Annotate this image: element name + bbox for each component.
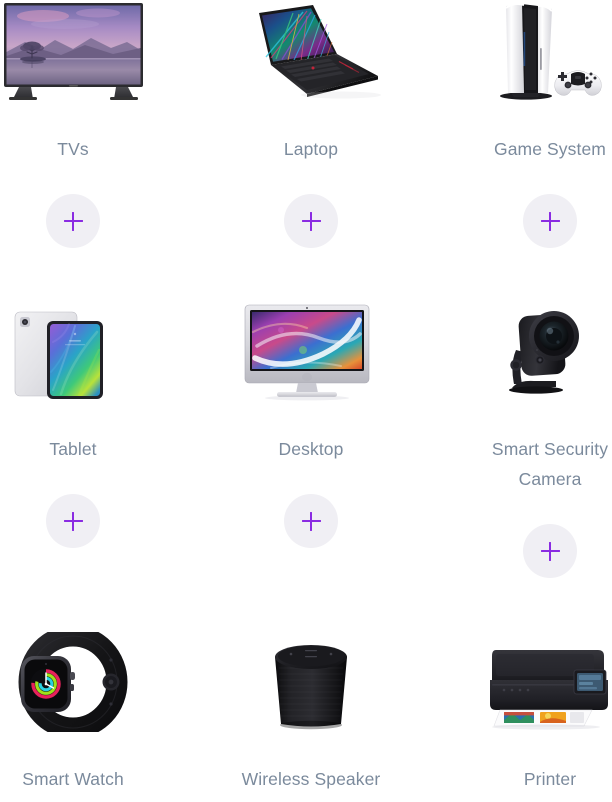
product-label: Smart Watch xyxy=(22,769,124,789)
laptop-product-image xyxy=(239,0,384,104)
product-label: Desktop xyxy=(278,439,344,459)
game-console-product-image xyxy=(478,0,612,104)
television-product-image xyxy=(1,0,146,104)
product-cell-wireless-speaker: Wireless Speaker xyxy=(192,630,430,794)
product-label: TVs xyxy=(57,139,89,159)
product-label: Tablet xyxy=(49,439,97,459)
plus-icon xyxy=(540,211,560,231)
product-label: Laptop xyxy=(283,139,339,159)
product-label: Game System xyxy=(494,139,606,159)
add-desktop-button[interactable] xyxy=(284,494,338,548)
plus-icon xyxy=(540,541,560,561)
smartwatch-product-image xyxy=(1,630,146,734)
product-cell-smart-watch: Smart Watch xyxy=(0,630,192,794)
product-cell-printer: Printer xyxy=(431,630,612,794)
product-cell-smart-security-camera: Smart Security Camera xyxy=(431,300,612,578)
desktop-computer-product-image xyxy=(239,300,384,404)
add-laptop-button[interactable] xyxy=(284,194,338,248)
tablet-product-image xyxy=(1,300,146,404)
plus-icon xyxy=(301,511,321,531)
product-cell-tablet: Tablet xyxy=(0,300,192,548)
security-camera-product-image xyxy=(478,300,612,404)
add-game-system-button[interactable] xyxy=(523,194,577,248)
printer-product-image xyxy=(478,630,612,734)
plus-icon xyxy=(63,511,83,531)
product-cell-desktop: Desktop xyxy=(192,300,430,548)
product-cell-laptop: Laptop xyxy=(192,0,430,248)
product-label: Smart Security Camera xyxy=(491,439,609,489)
product-cell-game-system: Game System xyxy=(431,0,612,248)
plus-icon xyxy=(63,211,83,231)
product-label: Wireless Speaker xyxy=(241,769,381,789)
wireless-speaker-product-image xyxy=(239,630,384,734)
add-tvs-button[interactable] xyxy=(46,194,100,248)
product-category-grid: TVs Laptop Game System Tablet Desktop Sm… xyxy=(0,0,612,802)
plus-icon xyxy=(301,211,321,231)
add-tablet-button[interactable] xyxy=(46,494,100,548)
add-smart-security-camera-button[interactable] xyxy=(523,524,577,578)
product-label: Printer xyxy=(523,769,577,789)
product-cell-tvs: TVs xyxy=(0,0,192,248)
